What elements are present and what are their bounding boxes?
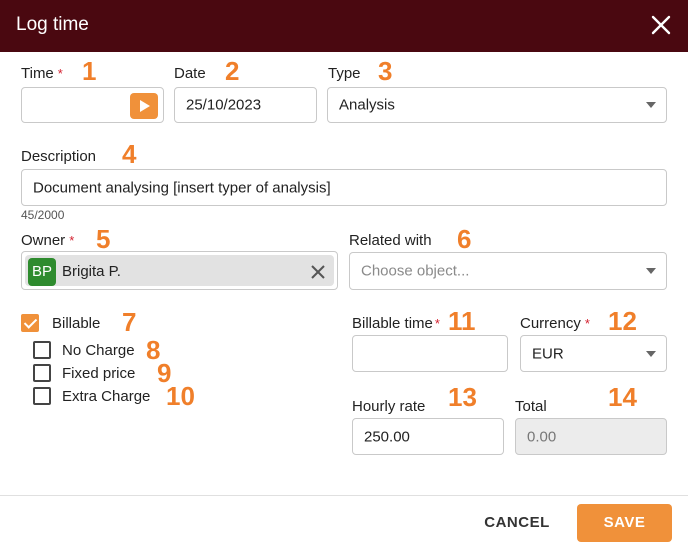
annotation-11: 11 [448, 306, 476, 336]
billable-checkbox[interactable] [21, 314, 39, 332]
date-input[interactable]: 25/10/2023 [174, 87, 317, 123]
annotation-12: 12 [608, 306, 637, 336]
total-label: Total [515, 398, 547, 415]
owner-label: Owner * [21, 232, 75, 249]
annotation-14: 14 [608, 382, 637, 412]
annotation-4: 4 [122, 139, 137, 169]
related-select[interactable]: Choose object... [349, 252, 667, 290]
annotation-1: 1 [82, 56, 97, 86]
annotation-5: 5 [96, 224, 111, 254]
no-charge-label: No Charge [62, 342, 135, 359]
total-field: 0.00 [515, 418, 667, 455]
extra-charge-checkbox[interactable] [33, 387, 51, 405]
hourly-rate-input[interactable]: 250.00 [352, 418, 504, 455]
footer-divider [0, 495, 688, 496]
owner-name: Brigita P. [62, 263, 121, 280]
fixed-price-label: Fixed price [62, 365, 136, 382]
fixed-price-checkbox[interactable] [33, 364, 51, 382]
type-label: Type [328, 65, 361, 82]
close-icon[interactable] [648, 12, 674, 38]
save-button[interactable]: SAVE [577, 504, 672, 542]
time-label: Time * [21, 65, 63, 82]
hourly-rate-label: Hourly rate [352, 398, 426, 415]
no-charge-checkbox[interactable] [33, 341, 51, 359]
extra-charge-label: Extra Charge [62, 388, 151, 405]
chevron-down-icon [646, 268, 656, 274]
billable-time-input[interactable] [352, 335, 508, 372]
related-label: Related with [349, 232, 432, 249]
currency-select[interactable]: EUR [520, 335, 667, 372]
description-label: Description [21, 148, 97, 165]
annotation-6: 6 [457, 224, 472, 254]
annotation-7: 7 [122, 307, 137, 337]
annotation-10: 10 [166, 381, 195, 411]
dialog-title: Log time [16, 14, 89, 35]
annotation-2: 2 [225, 56, 240, 86]
date-label: Date [174, 65, 206, 82]
time-input[interactable] [21, 87, 164, 123]
description-input[interactable]: Document analysing [insert typer of anal… [21, 169, 667, 206]
description-counter: 45/2000 [21, 208, 65, 222]
billable-time-label: Billable time * [352, 315, 440, 332]
avatar: BP [28, 258, 56, 286]
remove-owner-icon[interactable] [309, 263, 327, 281]
play-icon[interactable] [130, 93, 158, 119]
currency-label: Currency * [520, 315, 590, 332]
billable-label: Billable [52, 315, 101, 332]
cancel-button[interactable]: CANCEL [474, 506, 560, 540]
owner-chip: BP Brigita P. [25, 255, 334, 286]
dialog-header: Log time [0, 0, 688, 52]
chevron-down-icon [646, 102, 656, 108]
owner-field[interactable]: BP Brigita P. [21, 251, 338, 290]
annotation-13: 13 [448, 382, 477, 412]
type-select[interactable]: Analysis [327, 87, 667, 123]
chevron-down-icon [646, 350, 656, 357]
annotation-3: 3 [378, 56, 393, 86]
